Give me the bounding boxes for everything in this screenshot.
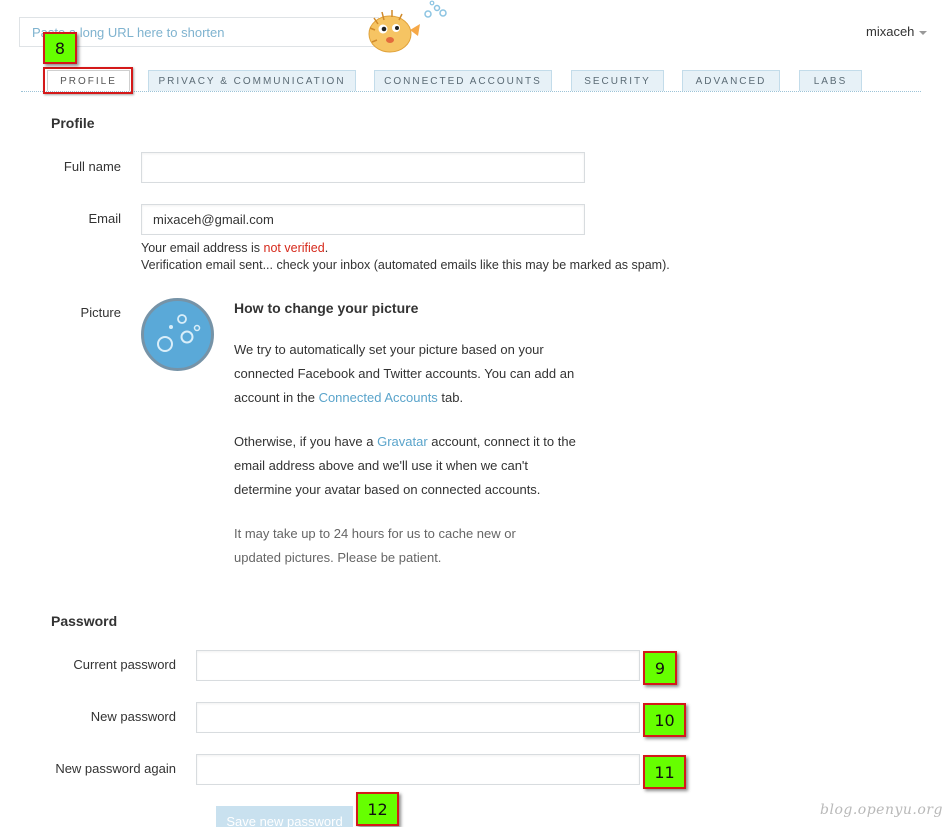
picture-help-paragraph-2: Otherwise, if you have a Gravatar accoun… (234, 430, 579, 502)
tab-advanced[interactable]: Advanced (682, 70, 780, 91)
help-p2-text: Otherwise, if you have a (234, 434, 378, 449)
user-menu[interactable]: mixaceh (866, 24, 928, 39)
email-status-prefix: Your email address is (141, 241, 264, 255)
annotation-marker-11: 11 (643, 755, 686, 789)
full-name-label: Full name (63, 159, 121, 174)
new-password-input[interactable] (196, 702, 640, 733)
connected-accounts-link[interactable]: Connected Accounts (319, 390, 438, 405)
picture-help-paragraph-1: We try to automatically set your picture… (234, 338, 579, 410)
profile-section-title: Profile (51, 115, 95, 131)
email-input[interactable] (141, 204, 585, 235)
password-section-title: Password (51, 613, 118, 629)
picture-label: Picture (80, 305, 121, 320)
avatar (141, 298, 214, 371)
email-status-text: Your email address is not verified. (141, 241, 328, 255)
chevron-down-icon (919, 30, 928, 35)
email-label: Email (88, 211, 121, 226)
tab-security[interactable]: Security (571, 70, 664, 91)
annotation-highlight-profile-tab (43, 67, 133, 94)
help-p1-tail: tab. (437, 390, 464, 405)
gravatar-link[interactable]: Gravatar (377, 434, 428, 449)
email-not-verified-flag: not verified (263, 241, 325, 255)
new-password-again-label: New password again (55, 761, 176, 776)
verification-note: Verification email sent... check your in… (141, 258, 670, 272)
watermark: blog.openyu.org (820, 802, 942, 818)
tabs-divider (21, 91, 921, 92)
new-password-again-input[interactable] (196, 754, 640, 785)
annotation-marker-12: 12 (356, 792, 399, 826)
current-password-input[interactable] (196, 650, 640, 681)
current-password-label: Current password (73, 657, 176, 672)
picture-help-title: How to change your picture (234, 300, 419, 316)
email-status-suffix: . (324, 241, 329, 255)
save-new-password-button[interactable]: Save new password (216, 806, 353, 827)
full-name-input[interactable] (141, 152, 585, 183)
bubbles-avatar-icon (157, 314, 201, 352)
tab-privacy-communication[interactable]: Privacy & Communication (148, 70, 356, 91)
tab-connected-accounts[interactable]: Connected Accounts (374, 70, 552, 91)
tab-labs[interactable]: Labs (799, 70, 862, 91)
picture-help-paragraph-3: It may take up to 24 hours for us to cac… (234, 526, 516, 565)
annotation-marker-9: 9 (643, 651, 677, 685)
username-label: mixaceh (866, 24, 915, 39)
pufferfish-mascot-icon (368, 0, 447, 53)
new-password-label: New password (90, 709, 176, 724)
annotation-marker-8: 8 (43, 32, 77, 64)
annotation-marker-10: 10 (643, 703, 686, 737)
